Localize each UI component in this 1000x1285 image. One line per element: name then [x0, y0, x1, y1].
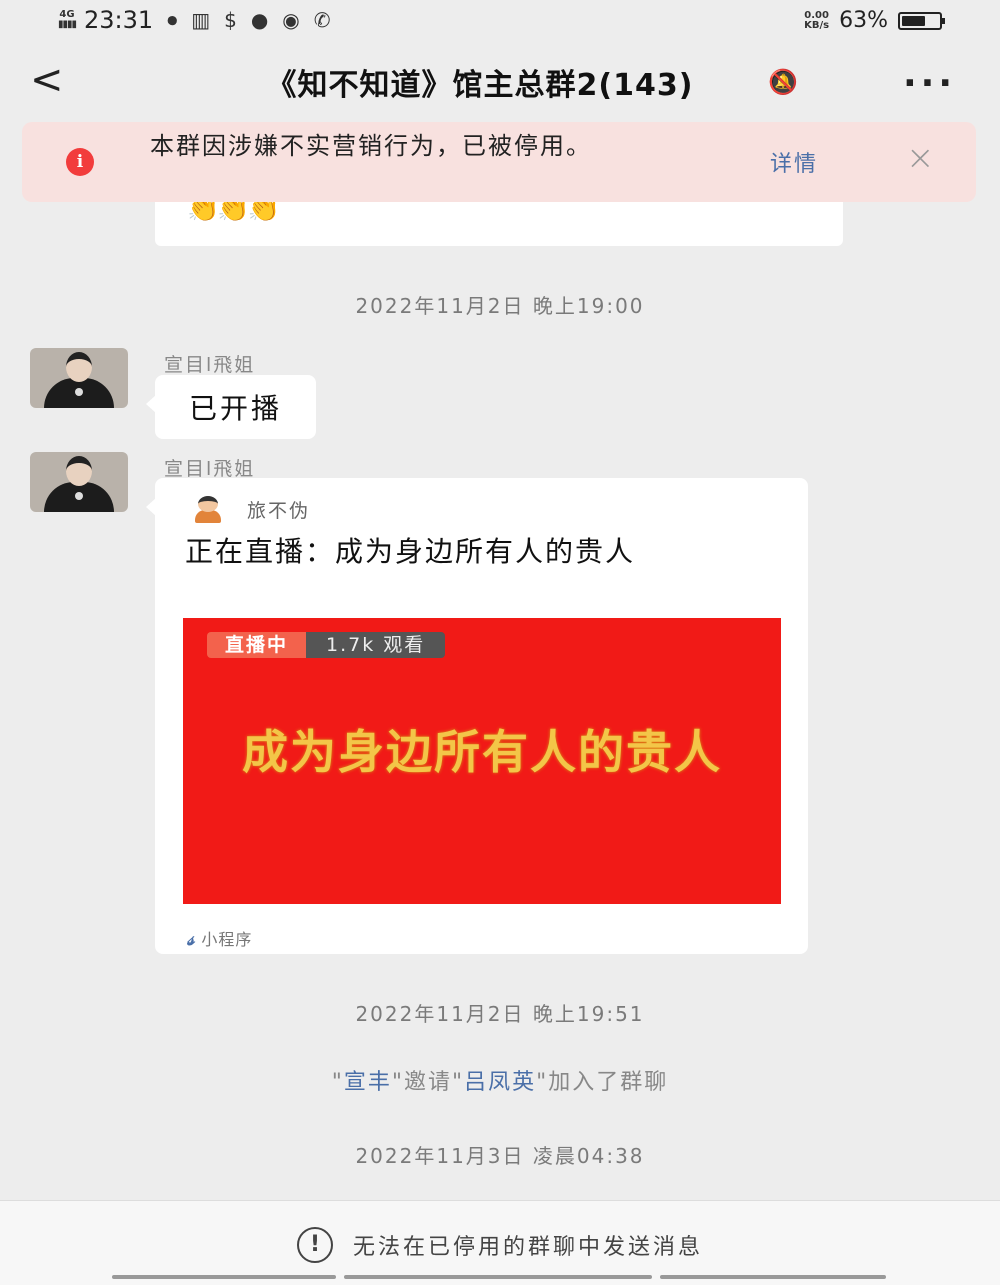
disabled-input-bar: ! 无法在已停用的群聊中发送消息 [0, 1200, 1000, 1285]
back-button[interactable]: < [30, 56, 64, 104]
mini-program-logo-icon [195, 494, 221, 524]
mini-program-card[interactable]: 旅不伪 正在直播：成为身边所有人的贵人 直播中 1.7k 观看 成为身边所有人的… [146, 478, 808, 954]
nav-indicator [660, 1275, 886, 1279]
phone-icon: ✆ [313, 8, 331, 32]
inviter-name[interactable]: 宣丰 [344, 1070, 392, 1095]
card-footer-label: 小程序 [201, 930, 253, 949]
warning-glyph: i [66, 148, 94, 176]
battery-level [902, 15, 925, 26]
live-status: 直播中 [207, 632, 307, 658]
battery-icon [898, 11, 945, 30]
dollar-icon: $ [224, 8, 237, 32]
cover-text: 成为身边所有人的贵人 [242, 725, 722, 779]
speed-unit: KB/s [804, 19, 830, 31]
suspension-banner: i 本群因涉嫌不实营销行为，已被停用。 详情 × [22, 122, 976, 202]
speed-value: 0.00 [804, 9, 829, 21]
invitee-name[interactable]: 吕凤英 [464, 1070, 536, 1095]
avatar[interactable] [30, 348, 128, 408]
screen-record-icon: ⏺ [167, 8, 178, 32]
card-footer: 𝓈 小程序 [187, 926, 252, 950]
clap-emoji: 👏👏👏 [187, 202, 280, 224]
network-indicator: 4G ▮▮▮▮ [58, 10, 77, 30]
chat-header: < 《知不知道》馆主总群2(143) 🔕 ... [0, 46, 1000, 118]
nav-indicator [112, 1275, 336, 1279]
live-cover-image: 直播中 1.7k 观看 成为身边所有人的贵人 [183, 618, 781, 904]
books-icon: ▥ [191, 8, 211, 32]
chat-title: 《知不知道》馆主总群2(143) [266, 68, 694, 103]
timestamp: 2022年11月2日 晚上19:00 [355, 294, 645, 318]
system-message: "宣丰"邀请"吕凤英"加入了群聊 [331, 1070, 669, 1095]
disabled-notice: 无法在已停用的群聊中发送消息 [352, 1235, 703, 1260]
details-link[interactable]: 详情 [770, 146, 818, 178]
signal-bars-icon: ▮▮▮▮ [58, 19, 77, 30]
timestamp: 2022年11月3日 凌晨04:38 [355, 1144, 645, 1168]
sender-name: 宣目l飛姐 [164, 354, 256, 376]
chat-icon: ● [250, 8, 269, 32]
battery-percent: 63% [839, 8, 888, 33]
avatar[interactable] [30, 452, 128, 512]
status-bar: 4G ▮▮▮▮ 23:31 ⏺ ▥ $ ● ◉ ✆ 0.00 KB/s 63% [0, 0, 1000, 46]
previous-message-bubble[interactable]: 👏👏👏 [155, 202, 843, 246]
info-icon: ! [296, 1227, 333, 1263]
banner-text: 本群因涉嫌不实营销行为，已被停用。 [150, 132, 592, 160]
close-banner-button[interactable]: × [906, 138, 935, 178]
nav-indicator [344, 1275, 652, 1279]
live-badge: 直播中 1.7k 观看 [207, 632, 446, 658]
clock: 23:31 [84, 6, 154, 34]
wechat-icon: ◉ [282, 8, 300, 32]
warning-icon: i [66, 148, 116, 176]
miniprogram-icon: 𝓈 [187, 926, 196, 950]
sender-name: 宣目l飛姐 [164, 458, 256, 480]
mini-program-name: 旅不伪 [247, 499, 311, 522]
message-bubble[interactable]: 已开播 [145, 375, 317, 439]
card-title: 正在直播：成为身边所有人的贵人 [185, 535, 636, 568]
network-speed: 0.00 KB/s [804, 9, 830, 31]
more-button[interactable]: ... [903, 54, 956, 95]
bell-off-icon: 🔕 [768, 68, 798, 96]
timestamp: 2022年11月2日 晚上19:51 [355, 1002, 645, 1026]
view-count: 1.7k 观看 [306, 632, 446, 658]
